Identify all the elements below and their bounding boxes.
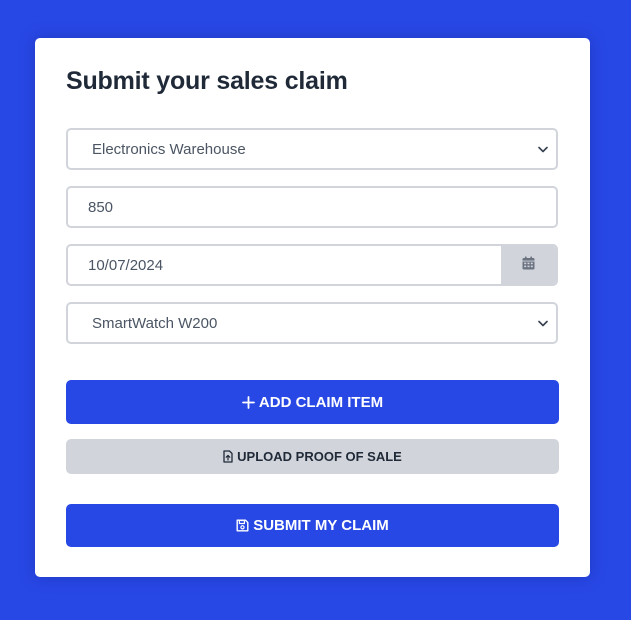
retailer-select-value: Electronics Warehouse (92, 140, 246, 158)
date-picker-button[interactable] (501, 246, 556, 284)
submit-claim-label: SUBMIT MY CLAIM (253, 517, 389, 534)
product-select-value: SmartWatch W200 (92, 314, 218, 332)
amount-input[interactable]: 850 (66, 186, 558, 228)
plus-icon (242, 395, 255, 409)
submit-claim-button[interactable]: SUBMIT MY CLAIM (66, 504, 559, 547)
page-title: Submit your sales claim (66, 67, 348, 95)
product-select[interactable]: SmartWatch W200 (66, 302, 558, 344)
add-claim-item-button[interactable]: ADD CLAIM ITEM (66, 380, 559, 424)
date-input-value: 10/07/2024 (88, 256, 164, 274)
claim-form-card: Submit your sales claim Electronics Ware… (35, 38, 590, 577)
add-claim-item-label: ADD CLAIM ITEM (258, 393, 384, 411)
upload-proof-button[interactable]: UPLOAD PROOF OF SALE (66, 439, 559, 474)
floppy-disk-icon (236, 519, 249, 532)
retailer-select[interactable]: Electronics Warehouse (66, 128, 558, 170)
upload-proof-label: UPLOAD PROOF OF SALE (237, 449, 402, 464)
file-upload-icon (223, 450, 233, 463)
chevron-down-icon (536, 316, 550, 330)
chevron-down-icon (536, 142, 550, 156)
calendar-icon (522, 256, 535, 274)
amount-input-value: 850 (88, 198, 114, 216)
date-input[interactable]: 10/07/2024 (66, 244, 558, 286)
